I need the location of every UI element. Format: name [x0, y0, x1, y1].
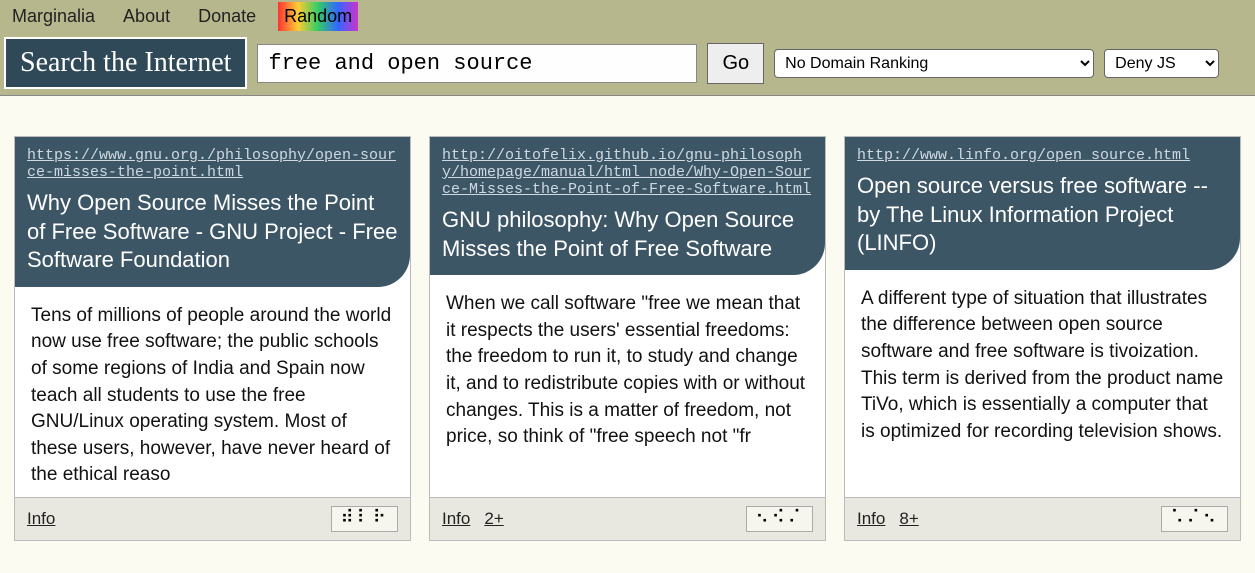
- result-card: http://www.linfo.org/open_source.html Op…: [844, 136, 1241, 541]
- nav-about[interactable]: About: [117, 2, 176, 31]
- card-head: http://www.linfo.org/open_source.html Op…: [845, 137, 1240, 270]
- result-card: http://oitofelix.github.io/gnu-philosoph…: [429, 136, 826, 541]
- info-link[interactable]: Info: [27, 509, 55, 529]
- result-title: GNU philosophy: Why Open Source Misses t…: [442, 206, 813, 263]
- card-head: http://oitofelix.github.io/gnu-philosoph…: [430, 137, 825, 275]
- rank-dots-icon: ⠾⠇⠗: [331, 506, 398, 532]
- result-url[interactable]: https://www.gnu.org./philosophy/open-sou…: [27, 147, 398, 181]
- nav-donate[interactable]: Donate: [192, 2, 262, 31]
- result-url[interactable]: http://www.linfo.org/open_source.html: [857, 147, 1228, 164]
- info-link[interactable]: Info: [442, 509, 470, 529]
- result-title: Open source versus free software -- by T…: [857, 172, 1228, 258]
- result-snippet: A different type of situation that illus…: [845, 270, 1240, 497]
- result-snippet: When we call software "free we mean that…: [430, 275, 825, 497]
- rank-dots-icon: ⠢⠪⠌: [746, 506, 813, 532]
- card-head: https://www.gnu.org./philosophy/open-sou…: [15, 137, 410, 287]
- top-nav: Marginalia About Donate Random: [0, 0, 1255, 33]
- js-policy-select[interactable]: Deny JS: [1104, 49, 1219, 78]
- nav-random[interactable]: Random: [278, 2, 358, 31]
- card-foot: Info 8+ ⠡⠌⠢: [845, 497, 1240, 540]
- search-bar: Search the Internet Go No Domain Ranking…: [0, 33, 1255, 96]
- result-card: https://www.gnu.org./philosophy/open-sou…: [14, 136, 411, 541]
- search-label: Search the Internet: [4, 37, 247, 89]
- rank-dots-icon: ⠡⠌⠢: [1161, 506, 1228, 532]
- nav-marginalia[interactable]: Marginalia: [6, 2, 101, 31]
- more-link[interactable]: 2+: [484, 509, 503, 529]
- go-button[interactable]: Go: [707, 43, 764, 84]
- results-row: https://www.gnu.org./philosophy/open-sou…: [0, 96, 1255, 555]
- result-url[interactable]: http://oitofelix.github.io/gnu-philosoph…: [442, 147, 813, 198]
- info-link[interactable]: Info: [857, 509, 885, 529]
- more-link[interactable]: 8+: [899, 509, 918, 529]
- result-snippet: Tens of millions of people around the wo…: [15, 287, 410, 497]
- card-foot: Info 2+ ⠢⠪⠌: [430, 497, 825, 540]
- search-input[interactable]: [257, 44, 697, 83]
- domain-ranking-select[interactable]: No Domain Ranking: [774, 49, 1094, 78]
- card-foot: Info ⠾⠇⠗: [15, 497, 410, 540]
- result-title: Why Open Source Misses the Point of Free…: [27, 189, 398, 275]
